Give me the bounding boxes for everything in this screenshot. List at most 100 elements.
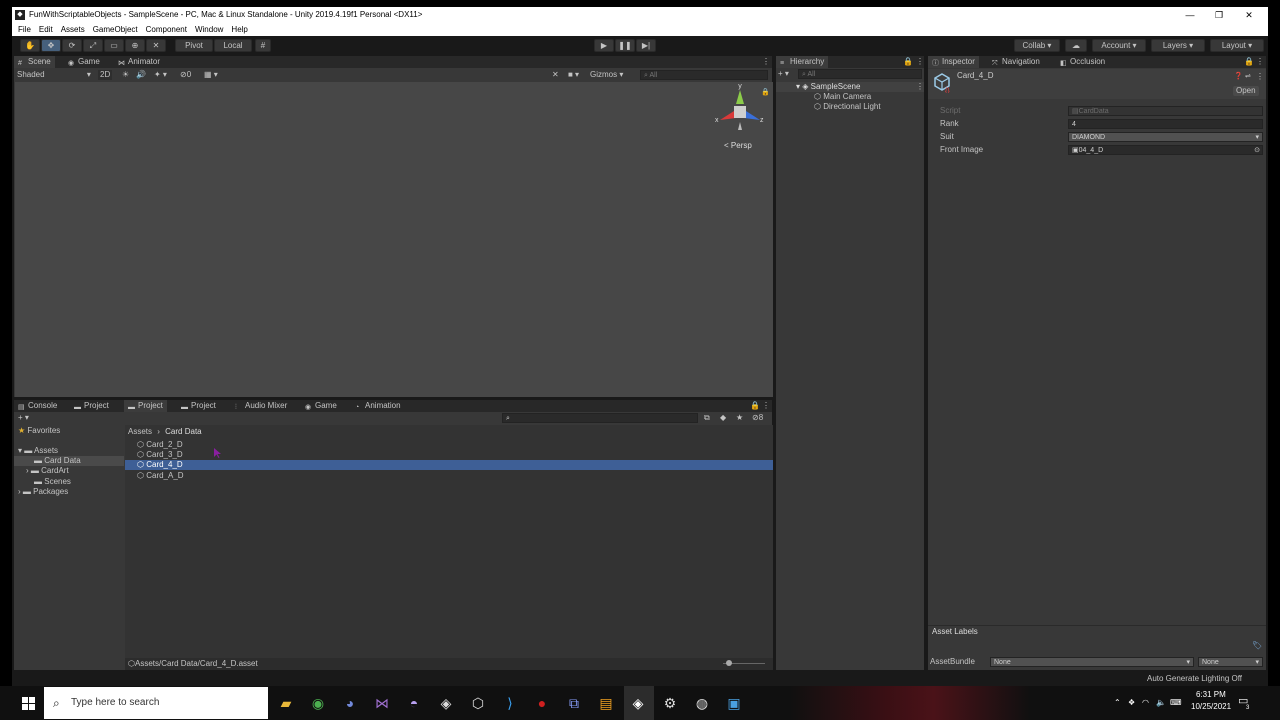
windows-start-icon[interactable] (22, 697, 35, 710)
obs-icon[interactable]: ◍ (692, 693, 712, 713)
menu-window[interactable]: Window (195, 25, 223, 34)
tab-project-1[interactable]: ▬ Project (70, 400, 113, 412)
tab-project-2[interactable]: ▬ Project (124, 400, 167, 412)
open-button[interactable]: Open (1233, 86, 1259, 96)
account-dropdown[interactable]: Account ▾ (1092, 39, 1146, 52)
x-axis-cone[interactable] (720, 111, 736, 120)
gizmo-lock-icon[interactable]: 🔒 (761, 88, 770, 98)
keyboard-icon[interactable]: ⌨ (1170, 698, 1182, 708)
perspective-label[interactable]: < Persp (724, 141, 752, 151)
scene-root-item[interactable]: ▾ ◈ SampleScene (796, 82, 860, 92)
center-cube[interactable] (734, 106, 746, 118)
y-axis-cone[interactable] (736, 90, 744, 104)
menu-component[interactable]: Component (146, 25, 187, 34)
file-item-selected[interactable]: ⬡ Card_4_D (137, 460, 183, 470)
hierarchy-item-main-camera[interactable]: ⬡ Main Camera (814, 92, 871, 102)
favorite-star-icon[interactable]: ★ (736, 413, 743, 423)
layout-dropdown[interactable]: Layout ▾ (1210, 39, 1264, 52)
app-red-icon[interactable]: ● (532, 693, 552, 713)
rect-tool-icon[interactable]: ▭ (104, 39, 124, 52)
tray-chevron-icon[interactable]: ⌃ (1114, 698, 1121, 708)
effects-dropdown-icon[interactable]: ✦ ▾ (154, 70, 167, 80)
tab-game-2[interactable]: ◉ Game (301, 400, 341, 412)
file-explorer-icon[interactable]: ▰ (276, 693, 296, 713)
wifi-icon[interactable]: ◠ (1142, 698, 1149, 708)
file-item[interactable]: ⬡ Card_A_D (137, 471, 184, 481)
move-tool-icon[interactable]: ✥ (41, 39, 61, 52)
label-filter-icon[interactable]: ◆ (720, 413, 726, 423)
discord-icon[interactable]: ◕ (340, 693, 360, 713)
hidden-objects-icon[interactable]: ⊘0 (180, 70, 191, 80)
chrome-icon[interactable]: ◉ (308, 693, 328, 713)
pivot-toggle[interactable]: Pivot (175, 39, 213, 52)
photos-icon[interactable]: ▣ (724, 693, 744, 713)
hierarchy-create-dropdown[interactable]: + ▾ (778, 69, 789, 79)
clock-date[interactable]: 10/25/2021 (1191, 702, 1231, 712)
breadcrumb-card-data[interactable]: Card Data (165, 427, 201, 436)
rank-input[interactable]: 4 (1068, 119, 1263, 129)
collab-dropdown[interactable]: Collab ▾ (1014, 39, 1060, 52)
custom-tool-icon[interactable]: ✕ (146, 39, 166, 52)
packages-folder[interactable]: › ▬ Packages (18, 487, 68, 497)
menu-help[interactable]: Help (231, 25, 247, 34)
preset-icon[interactable]: ⇌ (1245, 72, 1251, 82)
suit-dropdown[interactable]: DIAMOND ▾ (1068, 132, 1263, 142)
assetbundle-dropdown[interactable]: None ▾ (990, 657, 1194, 667)
tree-item-card-data[interactable]: ▬ Card Data (34, 456, 81, 466)
maximize-button[interactable]: ❐ (1205, 8, 1233, 22)
step-button[interactable]: ▶| (636, 39, 656, 52)
play-button[interactable]: ▶ (594, 39, 614, 52)
scene-menu-icon[interactable]: ⋮ (762, 57, 770, 67)
cloud-icon[interactable]: ☁ (1065, 39, 1087, 52)
hand-tool-icon[interactable]: ✋ (20, 39, 40, 52)
scene-menu-icon[interactable]: ⋮ (916, 82, 924, 92)
lighting-toggle-icon[interactable]: ☀ (122, 70, 129, 80)
favorites-item[interactable]: ★ Favorites (18, 426, 60, 436)
layers-dropdown[interactable]: Layers ▾ (1151, 39, 1205, 52)
hierarchy-item-directional-light[interactable]: ⬡ Directional Light (814, 102, 881, 112)
scene-search-input[interactable]: ⌕ All (640, 70, 768, 80)
settings-icon[interactable]: ⚙ (660, 693, 680, 713)
tools-icon[interactable]: ✕ (552, 70, 559, 80)
tab-inspector[interactable]: ⓘ Inspector (928, 56, 979, 68)
neg-y-cone[interactable] (738, 122, 742, 130)
tree-item-cardart[interactable]: › ▬ CardArt (26, 466, 69, 476)
app-network-icon[interactable]: ⧉ (564, 693, 584, 713)
camera-dropdown-icon[interactable]: ■ ▾ (568, 70, 579, 80)
taskbar-search-input[interactable]: ⌕ Type here to search (44, 687, 268, 719)
menu-gameobject[interactable]: GameObject (93, 25, 138, 34)
tab-occlusion[interactable]: ◧ Occlusion (1056, 56, 1109, 68)
mode-2d-toggle[interactable]: 2D (98, 70, 113, 80)
local-toggle[interactable]: Local (214, 39, 252, 52)
tab-navigation[interactable]: ⤧ Navigation (988, 56, 1044, 68)
hierarchy-search-input[interactable]: ⌕ All (798, 69, 922, 79)
scale-tool-icon[interactable]: ⤢ (83, 39, 103, 52)
gizmos-dropdown[interactable]: Gizmos ▾ (590, 70, 623, 80)
z-axis-cone[interactable] (744, 111, 760, 120)
project-menu-icon[interactable]: ⋮ (762, 401, 770, 411)
clock-time[interactable]: 6:31 PM (1196, 690, 1226, 700)
inspector-menu-icon[interactable]: ⋮ (1256, 57, 1264, 67)
github-desktop-icon[interactable]: ◓ (404, 693, 424, 713)
unity-hub-icon[interactable]: ◈ (436, 693, 456, 713)
icon-size-slider-thumb[interactable] (726, 660, 732, 666)
front-image-object-field[interactable]: ▣04_4_D ⊙ (1068, 145, 1263, 155)
assets-folder[interactable]: ▾ ▬ Assets (18, 446, 58, 456)
file-item[interactable]: ⬡ Card_3_D (137, 450, 183, 460)
tab-console[interactable]: ▤ Console (14, 400, 61, 412)
menu-edit[interactable]: Edit (39, 25, 53, 34)
create-dropdown[interactable]: + ▾ (18, 413, 29, 423)
audio-toggle-icon[interactable]: 🔊 (136, 70, 146, 80)
search-type-icon[interactable]: ⧉ (704, 413, 710, 423)
vscode-icon[interactable]: ⟩ (500, 693, 520, 713)
tab-animation[interactable]: ◔ Animation (351, 400, 405, 412)
minimize-button[interactable]: — (1176, 8, 1204, 22)
sublime-text-icon[interactable]: ▤ (596, 693, 616, 713)
lock-icon[interactable]: 🔒 (750, 401, 760, 411)
hierarchy-menu-icon[interactable]: ⋮ (916, 57, 924, 67)
project-search-input[interactable]: ⌕ (502, 413, 698, 423)
transform-tool-icon[interactable]: ⊕ (125, 39, 145, 52)
tab-hierarchy[interactable]: ≡ Hierarchy (776, 56, 829, 68)
dropbox-icon[interactable]: ❖ (1128, 698, 1135, 708)
orientation-gizmo[interactable]: y x z (712, 82, 768, 134)
